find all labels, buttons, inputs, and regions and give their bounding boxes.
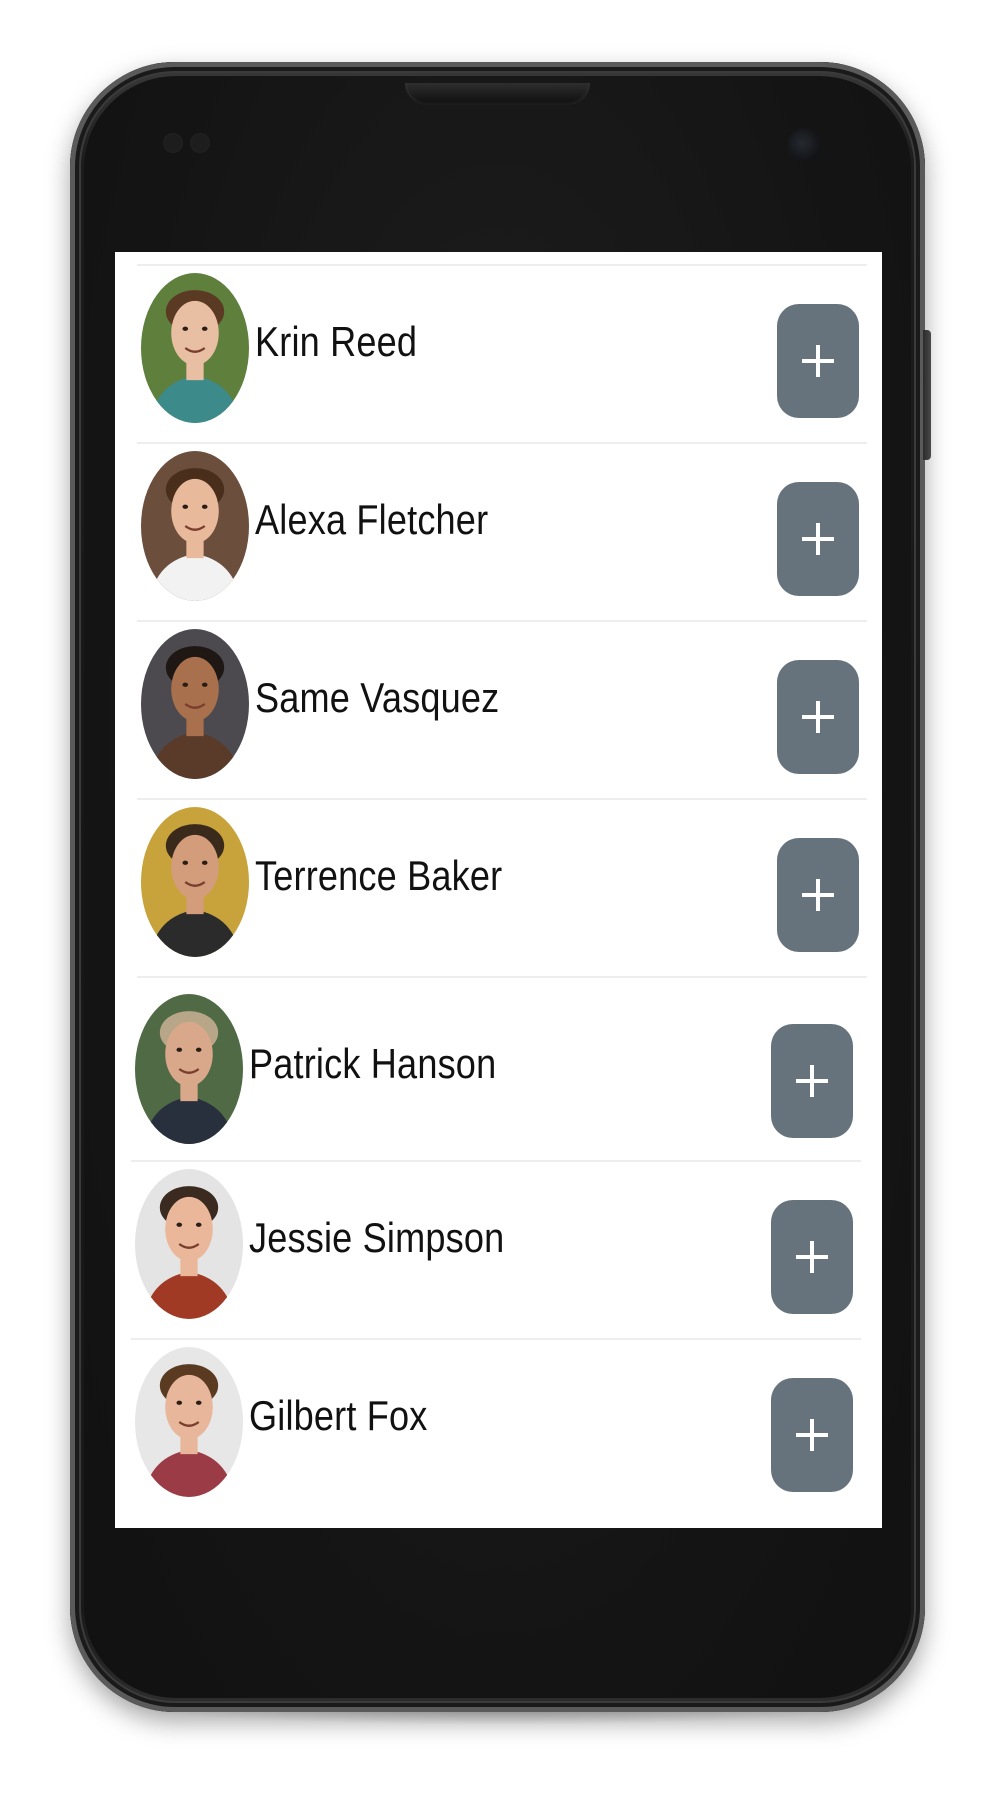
- contact-name: Same Vasquez: [255, 674, 500, 721]
- contact-row: Gilbert Fox: [131, 1340, 861, 1518]
- plus-icon: [802, 523, 834, 555]
- contact-name: Gilbert Fox: [249, 1392, 428, 1439]
- avatar-photo: [135, 1347, 243, 1497]
- phone-screen: Krin Reed Alexa Fletcher Same Vasquez Te…: [115, 252, 882, 1528]
- plus-icon: [802, 701, 834, 733]
- avatar: [135, 1169, 243, 1319]
- plus-icon: [796, 1241, 828, 1273]
- add-contact-button[interactable]: [771, 1200, 853, 1314]
- plus-icon: [796, 1419, 828, 1451]
- avatar: [141, 807, 249, 957]
- front-camera: [787, 128, 821, 162]
- avatar-photo: [135, 1169, 243, 1319]
- contact-row: Jessie Simpson: [131, 1162, 861, 1340]
- avatar: [141, 273, 249, 423]
- contact-row: Patrick Hanson: [131, 978, 861, 1162]
- contact-name: Patrick Hanson: [249, 1040, 497, 1087]
- plus-icon: [802, 345, 834, 377]
- avatar: [141, 629, 249, 779]
- avatar-photo: [141, 807, 249, 957]
- contact-name: Alexa Fletcher: [255, 496, 489, 543]
- add-contact-button[interactable]: [777, 304, 859, 418]
- avatar: [135, 994, 243, 1144]
- avatar-photo: [135, 994, 243, 1144]
- contact-row: Same Vasquez: [137, 622, 867, 800]
- avatar-photo: [141, 629, 249, 779]
- add-contact-button[interactable]: [771, 1024, 853, 1138]
- contact-name: Krin Reed: [255, 318, 418, 365]
- add-contact-button[interactable]: [777, 660, 859, 774]
- avatar: [135, 1347, 243, 1497]
- plus-icon: [796, 1065, 828, 1097]
- avatar-photo: [141, 451, 249, 601]
- avatar-photo: [141, 273, 249, 423]
- contact-row: Krin Reed: [137, 266, 867, 444]
- contact-name: Jessie Simpson: [249, 1214, 505, 1261]
- contact-row: Alexa Fletcher: [137, 444, 867, 622]
- contact-name: Terrence Baker: [255, 852, 503, 899]
- light-sensor: [190, 133, 210, 153]
- avatar: [141, 451, 249, 601]
- plus-icon: [802, 879, 834, 911]
- proximity-sensor: [163, 133, 183, 153]
- add-contact-button[interactable]: [771, 1378, 853, 1492]
- contact-row: Terrence Baker: [137, 800, 867, 978]
- add-contact-button[interactable]: [777, 482, 859, 596]
- add-contact-button[interactable]: [777, 838, 859, 952]
- earpiece-speaker: [405, 83, 590, 105]
- power-button: [923, 330, 931, 460]
